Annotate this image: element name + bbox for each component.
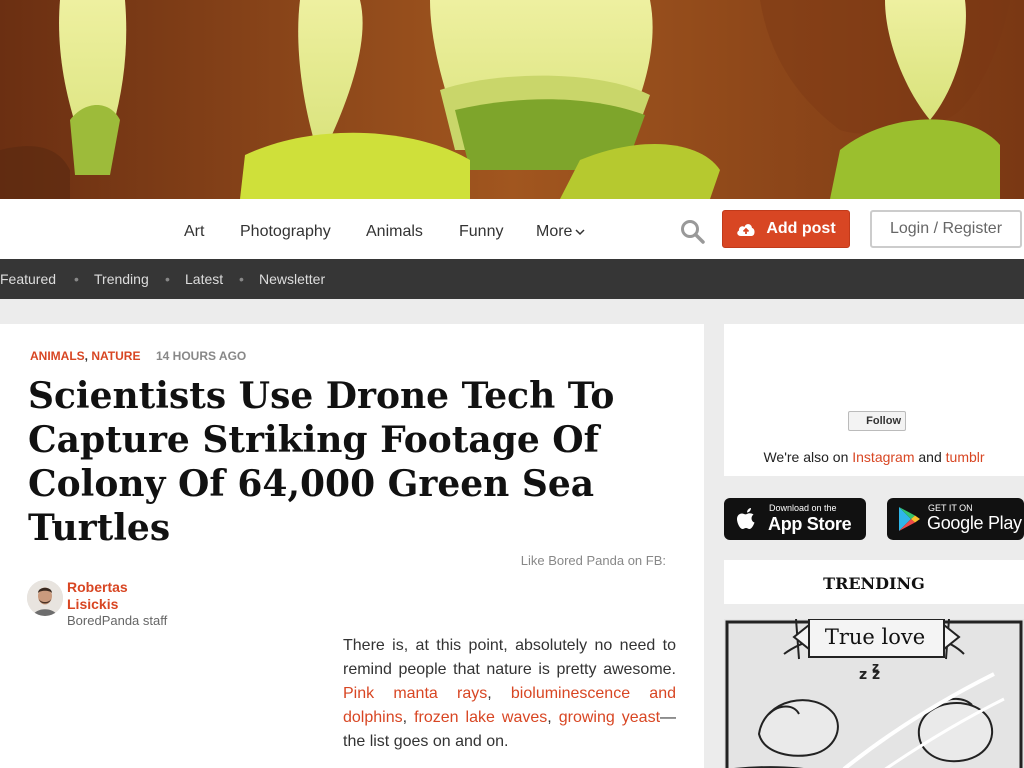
link-frozen-lake-waves[interactable]: frozen lake waves xyxy=(414,709,547,726)
apple-icon xyxy=(737,508,755,529)
subnav-separator: • xyxy=(165,271,170,287)
google-play-small-text: GET IT ON xyxy=(928,503,973,513)
chevron-down-icon xyxy=(575,229,585,236)
and-label: and xyxy=(918,449,942,465)
follow-button[interactable]: Follow xyxy=(848,411,906,431)
article-body: There is, at this point, absolutely no n… xyxy=(343,634,676,754)
article-time: 14 HOURS AGO xyxy=(156,349,247,363)
author-name[interactable]: Robertas Lisickis xyxy=(67,579,147,613)
body-separator: , xyxy=(547,709,552,726)
link-pink-manta-rays[interactable]: Pink manta rays xyxy=(343,685,487,702)
google-play-icon xyxy=(899,507,920,531)
nav-item-art[interactable]: Art xyxy=(184,223,204,241)
trending-header: TRENDING xyxy=(724,560,1024,604)
subnav-separator: • xyxy=(74,271,79,287)
body-separator: , xyxy=(402,709,408,726)
svg-text:z: z xyxy=(872,660,879,674)
category-separator: , xyxy=(84,349,89,363)
follow-label: Follow xyxy=(866,415,901,427)
nav-more-label: More xyxy=(536,223,573,240)
subnav-latest[interactable]: Latest xyxy=(185,271,223,287)
subnav-newsletter[interactable]: Newsletter xyxy=(259,271,325,287)
google-play-big-text: Google Play xyxy=(927,513,1022,533)
app-store-badge[interactable]: Download on the App Store xyxy=(724,498,866,540)
app-store-big-text: App Store xyxy=(768,514,852,534)
subnav-separator: • xyxy=(239,271,244,287)
comic-title: True love xyxy=(824,625,926,649)
author-avatar-image xyxy=(27,580,63,616)
nav-item-more[interactable]: More xyxy=(536,223,585,241)
instagram-link[interactable]: Instagram xyxy=(852,449,914,465)
sub-nav: Featured • Trending • Latest • Newslette… xyxy=(0,259,1024,299)
trending-comic-thumbnail[interactable]: z z z True love xyxy=(724,619,1024,768)
app-store-small-text: Download on the xyxy=(769,503,837,513)
forest-illustration xyxy=(0,0,1024,199)
like-on-facebook-text: Like Bored Panda on FB: xyxy=(520,553,666,568)
login-register-button[interactable]: Login / Register xyxy=(870,210,1022,248)
author-role: BoredPanda staff xyxy=(67,613,168,628)
category-nature[interactable]: NATURE xyxy=(91,349,140,363)
subnav-trending[interactable]: Trending xyxy=(94,271,149,287)
body-separator: , xyxy=(487,685,492,702)
subnav-featured[interactable]: Featured xyxy=(0,271,56,287)
article-title: Scientists Use Drone Tech To Capture Str… xyxy=(28,375,615,549)
add-post-label: Add post xyxy=(766,220,836,237)
link-growing-yeast[interactable]: growing yeast xyxy=(559,709,660,726)
google-play-badge[interactable]: GET IT ON Google Play xyxy=(887,498,1024,540)
tumblr-link[interactable]: tumblr xyxy=(946,449,985,465)
nav-item-animals[interactable]: Animals xyxy=(366,223,423,241)
article-categories: ANIMALS, NATURE xyxy=(30,349,140,363)
search-icon[interactable] xyxy=(680,219,706,245)
category-animals[interactable]: ANIMALS xyxy=(30,349,85,363)
trending-title: TRENDING xyxy=(823,574,925,593)
author-avatar[interactable] xyxy=(27,580,63,616)
header-banner xyxy=(0,0,1024,199)
cloud-upload-icon xyxy=(737,224,755,236)
body-intro: There is, at this point, absolutely no n… xyxy=(343,637,676,678)
article-card: ANIMALS, NATURE 14 HOURS AGO Scientists … xyxy=(0,324,704,768)
add-post-button[interactable]: Add post xyxy=(722,210,850,248)
also-on-text: We're also on Instagram and tumblr xyxy=(724,449,1024,465)
nav-item-photography[interactable]: Photography xyxy=(240,223,331,241)
nav-item-funny[interactable]: Funny xyxy=(459,223,503,241)
also-on-label: We're also on xyxy=(763,449,849,465)
